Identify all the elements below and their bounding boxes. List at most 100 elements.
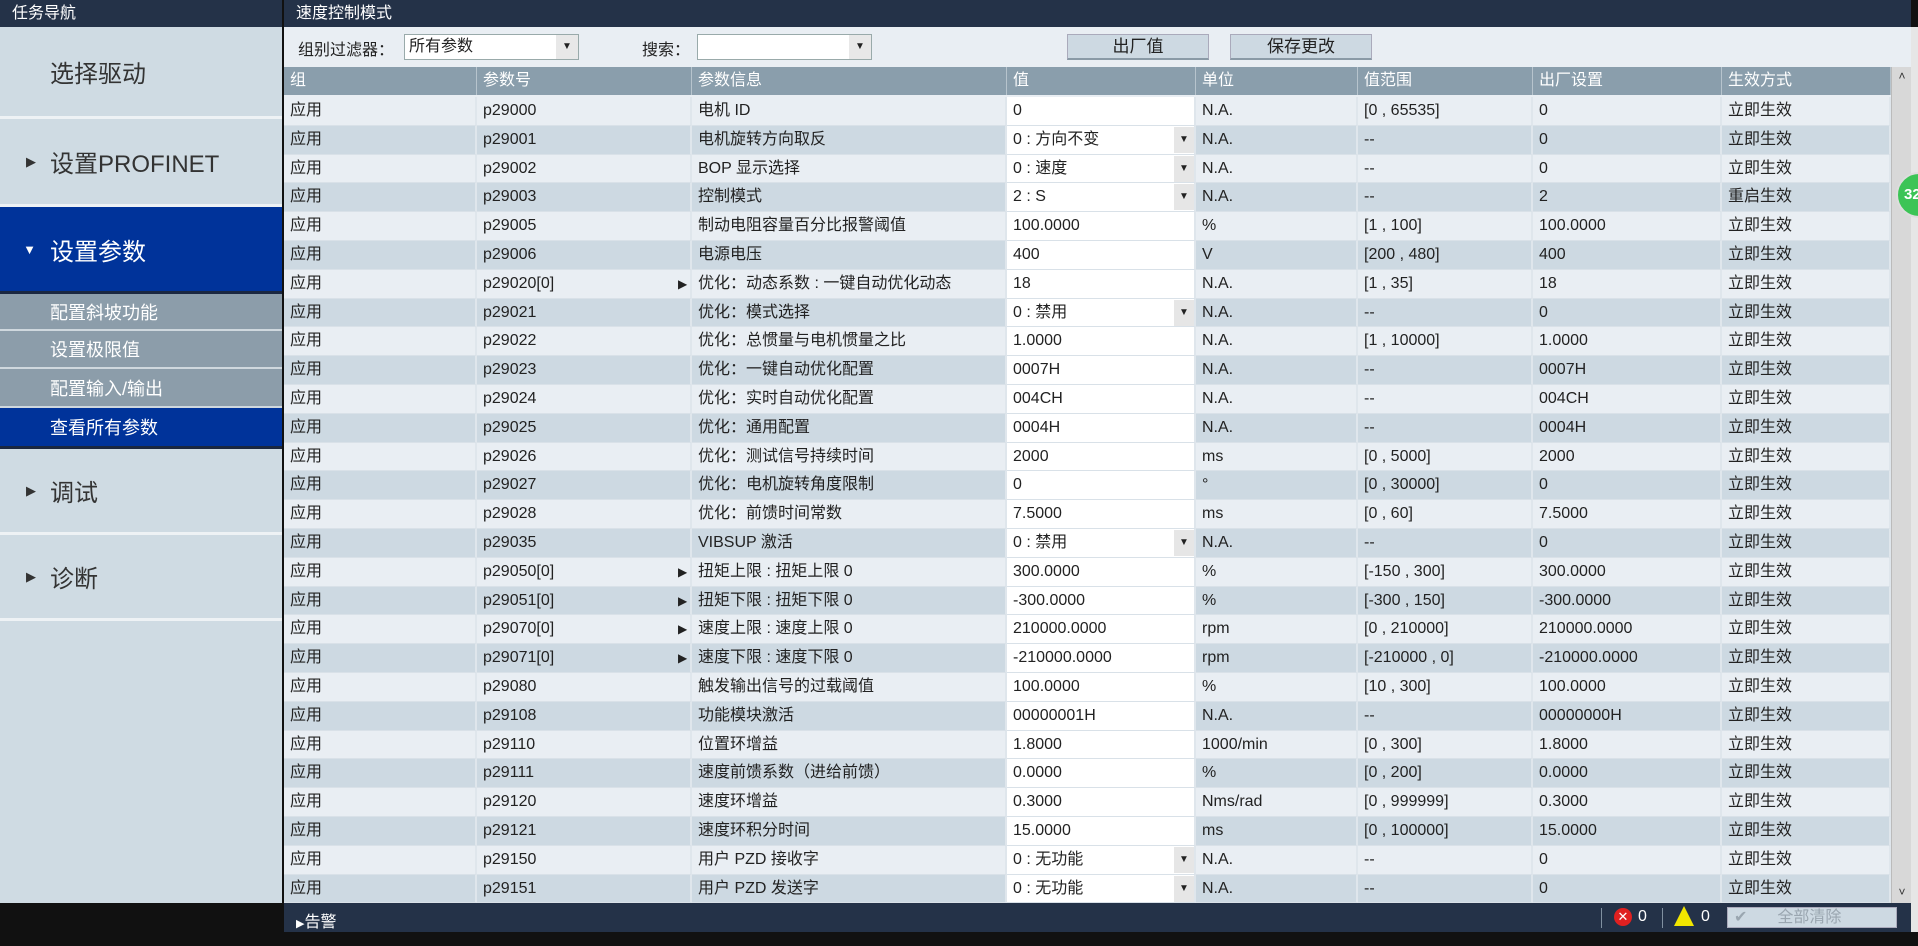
cell-value[interactable]: 0 : 方向不变 ▼ (1007, 125, 1196, 155)
cell-value[interactable]: 0 : 无功能 ▼ (1007, 845, 1196, 875)
cell-text: 100.0000 (1539, 217, 1606, 235)
table-row[interactable]: 应用 p29006 电源电压 400 V [200 , 480] 400 立即生效 (284, 241, 1891, 270)
column-header-value-range[interactable]: 值范围 (1358, 67, 1533, 95)
table-row[interactable]: 应用 p29022 优化：总惯量与电机惯量之比 1.0000 N.A. [1 , 1000… (284, 327, 1891, 357)
cell-value[interactable]: 0004H (1007, 413, 1196, 443)
cell-value[interactable]: 1.8000 (1007, 730, 1196, 760)
cell-value[interactable]: 0 (1007, 471, 1196, 501)
column-header-effect-mode[interactable]: 生效方式 (1722, 67, 1891, 95)
column-header-unit[interactable]: 单位 (1196, 67, 1358, 95)
dropdown-arrow-icon[interactable]: ▼ (1174, 875, 1194, 902)
dropdown-arrow-icon[interactable]: ▼ (1174, 530, 1194, 556)
table-row[interactable]: 应用 p29051[0] 扭矩下限 : 扭矩下限 0 ▶ -300.0000% [-300… (284, 586, 1891, 616)
table-row[interactable]: 应用 p29026 优化：测试信号持续时间 2000 ms [0 , 5000] 2000 立… (284, 442, 1891, 472)
cell-value[interactable]: 00000001H (1007, 701, 1196, 731)
cell-value[interactable]: -210000.0000 (1007, 644, 1196, 673)
table-row[interactable]: 应用 p29071[0] 速度下限 : 速度下限 0 ▶ -210000.0000 rpm… (284, 644, 1891, 673)
expand-icon[interactable]: ▶ (678, 644, 687, 672)
cell-value[interactable]: 0.3000 (1007, 788, 1196, 817)
table-row[interactable]: 应用 p29021 优化：模式选择 0 : 禁用 ▼ N.A. -- 0 立即生效 (284, 298, 1891, 328)
cell-value[interactable]: 0 : 禁用 ▼ (1007, 298, 1196, 328)
column-header-group[interactable]: 组 (284, 67, 477, 95)
dropdown-arrow-icon[interactable]: ▼ (1174, 126, 1194, 153)
cell-value[interactable]: 0 : 无功能 ▼ (1007, 874, 1196, 904)
cell-text: p29000 (483, 102, 537, 119)
table-row[interactable]: 应用 p29001 电机旋转方向取反 0 : 方向不变 ▼ N.A. -- 0 立即生效 (284, 125, 1891, 155)
table-row[interactable]: 应用 p29150 用户 PZD 接收字 0 : 无功能 ▼ N.A. -- 0 立即生效 (284, 845, 1891, 875)
alarm-toggle[interactable]: ▶告警 (296, 908, 336, 932)
dropdown-arrow-icon[interactable]: ▼ (849, 35, 871, 59)
cell-value[interactable]: 0 (1007, 97, 1196, 126)
cell-group: 应用 (284, 241, 477, 270)
cell-value[interactable]: 18 (1007, 269, 1196, 299)
table-row[interactable]: 应用 p29111 速度前馈系数（进给前馈） 0.0000% [0 , 200] 0.00… (284, 759, 1891, 789)
table-row[interactable]: 应用 p29023 优化：一键自动优化配置 0007H N.A. -- 0007H 立即生效 (284, 356, 1891, 385)
table-row[interactable]: 应用 p29080 触发输出信号的过载阈值 100.0000% [10 , 300] 10… (284, 673, 1891, 702)
column-header-value[interactable]: 值 (1007, 67, 1196, 95)
search-input[interactable]: ▼ (697, 34, 872, 60)
table-row[interactable]: 应用 p29151 用户 PZD 发送字 0 : 无功能 ▼ N.A. -- 0 立即生效 (284, 874, 1891, 904)
sidebar-item-set-parameters[interactable]: ▼ 设置参数 (0, 207, 282, 294)
cell-value[interactable]: 15.0000 (1007, 817, 1196, 846)
sidebar-subitem-all-parameters[interactable]: 查看所有参数 (0, 408, 282, 449)
factory-value-button[interactable]: 出厂值 (1067, 34, 1209, 60)
cell-value[interactable]: -300.0000 (1007, 586, 1196, 616)
table-row[interactable]: 应用 p29108 功能模块激活 00000001H N.A. -- 00000000H 立即… (284, 701, 1891, 731)
table-row[interactable]: 应用 p29020[0] 优化：动态系数 : 一键自动优化动态 ▶ 18 N.A. [1 ,… (284, 269, 1891, 299)
column-header-param-number[interactable]: 参数号 (477, 67, 692, 95)
cell-value[interactable]: 400 (1007, 241, 1196, 270)
dropdown-arrow-icon[interactable]: ▼ (1174, 299, 1194, 326)
cell-value[interactable]: 0007H (1007, 356, 1196, 385)
cell-value[interactable]: 100.0000 (1007, 673, 1196, 702)
table-row[interactable]: 应用 p29003 控制模式 2 : S ▼ N.A. -- 2 重启生效 (284, 183, 1891, 213)
dropdown-arrow-icon[interactable]: ▼ (556, 35, 578, 59)
cell-value[interactable]: 0.0000 (1007, 759, 1196, 789)
scroll-up-icon[interactable]: ˄ (1892, 69, 1912, 83)
expand-icon[interactable]: ▶ (678, 558, 687, 586)
cell-value[interactable]: 210000.0000 (1007, 615, 1196, 645)
table-row[interactable]: 应用 p29035 VIBSUP 激活 0 : 禁用 ▼ N.A. -- 0 立即生效 (284, 529, 1891, 558)
table-row[interactable]: 应用 p29000 电机 ID 0 N.A. [0 , 65535] 0 立即生效 (284, 97, 1891, 126)
group-filter-select[interactable]: 所有参数 ▼ (404, 34, 579, 60)
cell-value[interactable]: 100.0000 (1007, 212, 1196, 241)
sidebar-item-diagnostics[interactable]: ▶ 诊断 (0, 535, 282, 621)
table-row[interactable]: 应用 p29120 速度环增益 0.3000 Nms/rad [0 , 999999] 0.… (284, 788, 1891, 817)
dropdown-arrow-icon[interactable]: ▼ (1174, 184, 1194, 211)
table-row[interactable]: 应用 p29050[0] 扭矩上限 : 扭矩上限 0 ▶ 300.0000% [-150 … (284, 557, 1891, 587)
sidebar-subitem-io[interactable]: 配置输入/输出 (0, 369, 282, 408)
table-row[interactable]: 应用 p29027 优化：电机旋转角度限制 0 ° [0 , 30000] 0 立即生效 (284, 471, 1891, 501)
sidebar-subitem-ramp[interactable]: 配置斜坡功能 (0, 294, 282, 331)
cell-value[interactable]: 7.5000 (1007, 500, 1196, 529)
sidebar-item-profinet[interactable]: ▶ 设置PROFINET (0, 119, 282, 207)
cell-value[interactable]: 2 : S ▼ (1007, 183, 1196, 213)
dropdown-arrow-icon[interactable]: ▼ (1174, 155, 1194, 182)
cell-value[interactable]: 004CH (1007, 385, 1196, 414)
dropdown-arrow-icon[interactable]: ▼ (1174, 846, 1194, 873)
sidebar-item-commissioning[interactable]: ▶ 调试 (0, 449, 282, 535)
table-row[interactable]: 应用 p29028 优化：前馈时间常数 7.5000 ms [0 , 60] 7.5000 立… (284, 500, 1891, 529)
scroll-down-icon[interactable]: ˅ (1892, 885, 1912, 899)
cell-unit: N.A. (1196, 529, 1358, 558)
expand-icon[interactable]: ▶ (678, 270, 687, 298)
clear-all-button[interactable]: ✔ 全部清除 (1727, 907, 1897, 928)
cell-value[interactable]: 0 : 禁用 ▼ (1007, 529, 1196, 558)
cell-value[interactable]: 1.0000 (1007, 327, 1196, 357)
cell-group: 应用 (284, 385, 477, 414)
column-header-factory-setting[interactable]: 出厂设置 (1533, 67, 1722, 95)
table-row[interactable]: 应用 p29005 制动电阻容量百分比报警阈值 100.0000% [1 , 100] 1… (284, 212, 1891, 241)
cell-value[interactable]: 2000 (1007, 442, 1196, 472)
table-row[interactable]: 应用 p29024 优化：实时自动优化配置 004CH N.A. -- 004CH 立即生效 (284, 385, 1891, 414)
table-row[interactable]: 应用 p29121 速度环积分时间 15.0000 ms [0 , 100000] 15.0… (284, 817, 1891, 846)
sidebar-subitem-limits[interactable]: 设置极限值 (0, 331, 282, 369)
table-row[interactable]: 应用 p29002 BOP 显示选择 0 : 速度 ▼ N.A. -- 0 立即生效 (284, 154, 1891, 184)
column-header-param-info[interactable]: 参数信息 (692, 67, 1007, 95)
cell-value[interactable]: 300.0000 (1007, 557, 1196, 587)
save-changes-button[interactable]: 保存更改 (1230, 34, 1372, 60)
sidebar-item-select-drive[interactable]: 选择驱动 (0, 27, 282, 119)
table-row[interactable]: 应用 p29025 优化：通用配置 0004H N.A. -- 0004H 立即生效 (284, 413, 1891, 443)
table-row[interactable]: 应用 p29070[0] 速度上限 : 速度上限 0 ▶ 210000.0000 rpm [… (284, 615, 1891, 645)
expand-icon[interactable]: ▶ (678, 615, 687, 643)
cell-value[interactable]: 0 : 速度 ▼ (1007, 154, 1196, 184)
expand-icon[interactable]: ▶ (678, 587, 687, 615)
table-row[interactable]: 应用 p29110 位置环增益 1.8000 1000/min [0 , 300] 1.80… (284, 730, 1891, 760)
